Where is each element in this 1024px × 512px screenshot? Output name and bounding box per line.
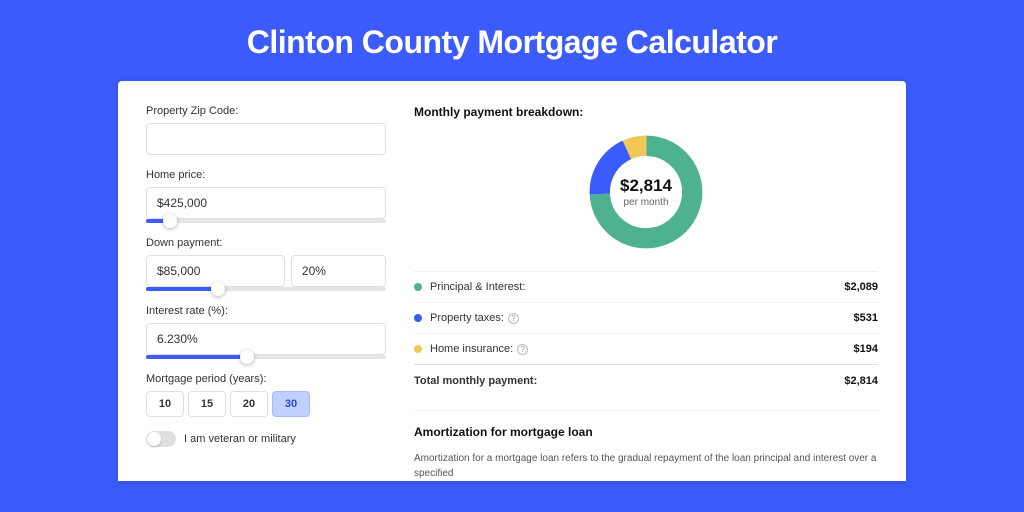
veteran-toggle-row: I am veteran or military — [146, 431, 386, 447]
zip-field-group: Property Zip Code: — [146, 105, 386, 155]
interest-rate-field-group: Interest rate (%): — [146, 305, 386, 359]
breakdown-panel: Monthly payment breakdown: $2,814 per mo… — [414, 105, 878, 481]
dot-icon — [414, 345, 422, 353]
period-label: Mortgage period (years): — [146, 373, 386, 385]
calculator-card: Property Zip Code: Home price: Down paym… — [118, 81, 906, 481]
total-label: Total monthly payment: — [414, 375, 844, 387]
form-panel: Property Zip Code: Home price: Down paym… — [146, 105, 386, 481]
period-btn-10[interactable]: 10 — [146, 391, 184, 417]
help-icon[interactable]: ? — [517, 344, 528, 355]
down-payment-label: Down payment: — [146, 237, 386, 249]
period-buttons: 10 15 20 30 — [146, 391, 386, 417]
breakdown-title: Monthly payment breakdown: — [414, 105, 878, 119]
breakdown-value: $194 — [854, 343, 878, 355]
breakdown-value: $531 — [854, 312, 878, 324]
breakdown-row-taxes: Property taxes: ? $531 — [414, 302, 878, 333]
breakdown-label: Principal & Interest: — [430, 281, 844, 293]
breakdown-row-insurance: Home insurance: ? $194 — [414, 333, 878, 364]
veteran-toggle[interactable] — [146, 431, 176, 447]
toggle-knob — [147, 432, 161, 446]
veteran-label: I am veteran or military — [184, 433, 296, 445]
breakdown-label-text: Property taxes: — [430, 312, 504, 324]
down-payment-percent-input[interactable] — [291, 255, 386, 287]
home-price-input[interactable] — [146, 187, 386, 219]
home-price-field-group: Home price: — [146, 169, 386, 223]
interest-rate-input[interactable] — [146, 323, 386, 355]
amortization-title: Amortization for mortgage loan — [414, 425, 878, 439]
zip-input[interactable] — [146, 123, 386, 155]
breakdown-row-total: Total monthly payment: $2,814 — [414, 364, 878, 396]
down-payment-slider[interactable] — [146, 287, 386, 291]
home-price-slider[interactable] — [146, 219, 386, 223]
down-payment-slider-thumb[interactable] — [211, 282, 225, 296]
donut-amount: $2,814 — [620, 176, 672, 196]
period-btn-20[interactable]: 20 — [230, 391, 268, 417]
period-btn-15[interactable]: 15 — [188, 391, 226, 417]
home-price-label: Home price: — [146, 169, 386, 181]
interest-rate-slider[interactable] — [146, 355, 386, 359]
breakdown-row-principal: Principal & Interest: $2,089 — [414, 271, 878, 302]
total-value: $2,814 — [844, 375, 878, 387]
period-btn-30[interactable]: 30 — [272, 391, 310, 417]
donut-chart-wrap: $2,814 per month — [414, 131, 878, 253]
breakdown-label-text: Home insurance: — [430, 343, 513, 355]
amortization-section: Amortization for mortgage loan Amortizat… — [414, 410, 878, 481]
breakdown-label: Property taxes: ? — [430, 312, 854, 324]
donut-sub: per month — [623, 197, 668, 208]
donut-chart: $2,814 per month — [585, 131, 707, 253]
period-field-group: Mortgage period (years): 10 15 20 30 — [146, 373, 386, 417]
dot-icon — [414, 283, 422, 291]
home-price-slider-thumb[interactable] — [163, 214, 177, 228]
donut-center: $2,814 per month — [585, 131, 707, 253]
zip-label: Property Zip Code: — [146, 105, 386, 117]
interest-rate-label: Interest rate (%): — [146, 305, 386, 317]
interest-rate-slider-thumb[interactable] — [240, 350, 254, 364]
breakdown-label: Home insurance: ? — [430, 343, 854, 355]
down-payment-field-group: Down payment: — [146, 237, 386, 291]
amortization-text: Amortization for a mortgage loan refers … — [414, 451, 878, 481]
page-title: Clinton County Mortgage Calculator — [0, 0, 1024, 81]
breakdown-value: $2,089 — [844, 281, 878, 293]
help-icon[interactable]: ? — [508, 313, 519, 324]
dot-icon — [414, 314, 422, 322]
